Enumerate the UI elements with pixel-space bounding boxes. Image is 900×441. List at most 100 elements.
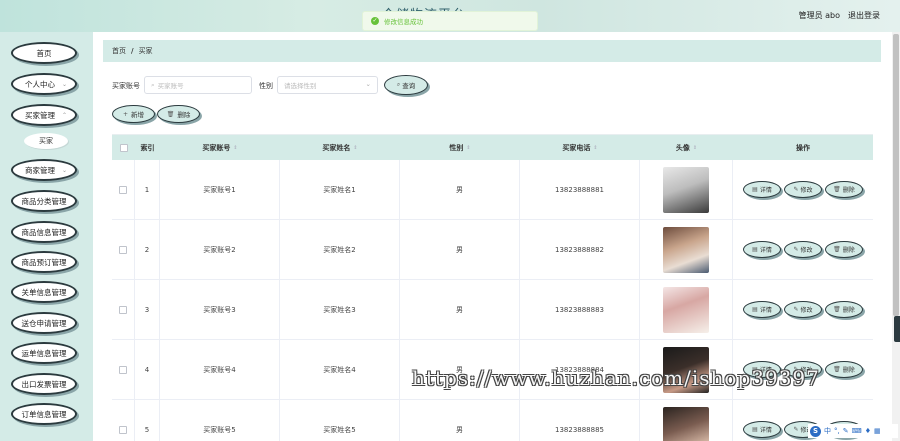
page-scrollbar[interactable] bbox=[892, 32, 900, 441]
delete-button[interactable]: 🗑删除 bbox=[825, 241, 863, 258]
header-label: 头像 bbox=[675, 143, 690, 152]
sort-icon[interactable]: ⇕ bbox=[466, 145, 470, 151]
gender-select[interactable]: 请选择性别 ⌄ bbox=[277, 76, 378, 94]
sort-icon[interactable]: ⇕ bbox=[693, 145, 697, 151]
edit-button[interactable]: ✎ 修改 bbox=[784, 181, 822, 198]
sidebar-item-customs-management[interactable]: 关单信息管理 bbox=[11, 281, 77, 303]
row-select-cell bbox=[112, 340, 135, 399]
ime-punctuation-icon[interactable]: °, bbox=[834, 427, 840, 435]
sidebar-item-buyer-management[interactable]: 买家管理 ⌃ bbox=[11, 104, 77, 126]
breadcrumb-separator: / bbox=[131, 47, 134, 55]
row-checkbox[interactable] bbox=[119, 305, 127, 314]
cell-phone: 13823888882 bbox=[520, 220, 640, 279]
side-widget-tab[interactable] bbox=[894, 316, 900, 342]
sidebar-item-label: 商品分类管理 bbox=[21, 196, 67, 206]
cell-account: 买家账号5 bbox=[160, 400, 280, 441]
detail-button[interactable]: ▤ 详情 bbox=[743, 241, 781, 258]
cell-actions: ▤详情 ✎修改 🗑删除 bbox=[733, 220, 873, 279]
detail-button[interactable]: ▤ 详情 bbox=[743, 301, 781, 318]
ime-shirt-icon[interactable]: ♦ bbox=[865, 427, 871, 435]
sidebar-item-label: 商品预订管理 bbox=[21, 257, 67, 267]
cell-account: 买家账号3 bbox=[160, 280, 280, 339]
edit-button[interactable]: ✎ 修改 bbox=[784, 301, 822, 318]
sidebar-item-label: 商品信息管理 bbox=[21, 227, 67, 237]
sort-icon[interactable]: ⇕ bbox=[593, 145, 597, 151]
edit-label: 修改 bbox=[800, 247, 813, 254]
header-gender[interactable]: 性别 ⇕ bbox=[400, 135, 520, 160]
detail-label: 详情 bbox=[759, 187, 772, 194]
detail-button[interactable]: ▤ 详情 bbox=[743, 181, 781, 198]
delete-button[interactable]: 🗑删除 bbox=[825, 181, 863, 198]
sort-icon[interactable]: ⇕ bbox=[233, 145, 237, 151]
breadcrumb-home[interactable]: 首页 bbox=[112, 46, 126, 56]
sidebar-item-category-management[interactable]: 商品分类管理 bbox=[11, 190, 77, 212]
edit-button[interactable]: ✎ 修改 bbox=[784, 241, 822, 258]
watermark-text: https://www.huzhan.com/ishop39397 bbox=[412, 366, 820, 390]
delete-button[interactable]: 🗑删除 bbox=[825, 301, 863, 318]
header-label: 买家姓名 bbox=[322, 143, 351, 152]
select-all-checkbox[interactable] bbox=[119, 143, 128, 152]
sidebar-item-invoice-management[interactable]: 出口发票管理 bbox=[11, 373, 77, 395]
header-actions: 操作 bbox=[733, 135, 873, 160]
breadcrumb-current: 买家 bbox=[138, 47, 153, 55]
table-row: 5 买家账号5 买家姓名5 男 13823888885 ▤详情 ✎修改 🗑删除 bbox=[112, 400, 873, 441]
search-icon: ⌕ bbox=[396, 81, 401, 88]
logout-link[interactable]: 退出登录 bbox=[848, 10, 880, 21]
header-name[interactable]: 买家姓名 ⇕ bbox=[280, 135, 400, 160]
row-select-cell bbox=[112, 220, 135, 279]
row-checkbox[interactable] bbox=[119, 365, 127, 374]
avatar[interactable] bbox=[663, 286, 709, 333]
query-button[interactable]: ⌕ 查询 bbox=[384, 75, 428, 95]
ime-keyboard-icon[interactable]: ⌨ bbox=[852, 427, 862, 435]
sort-icon[interactable]: ⇕ bbox=[353, 145, 357, 151]
detail-label: 详情 bbox=[759, 307, 772, 314]
cell-index: 4 bbox=[135, 340, 160, 399]
edit-icon: ✎ bbox=[793, 426, 799, 433]
sidebar-item-order-management[interactable]: 订单信息管理 bbox=[11, 403, 77, 425]
ime-pen-icon[interactable]: ✎ bbox=[843, 427, 849, 435]
sidebar-item-profile[interactable]: 个人中心 ⌄ bbox=[11, 73, 77, 95]
sidebar-item-waybill-management[interactable]: 运单信息管理 bbox=[11, 342, 77, 364]
row-checkbox[interactable] bbox=[119, 245, 127, 254]
header-avatar[interactable]: 头像 ⇕ bbox=[640, 135, 733, 160]
cell-account: 买家账号1 bbox=[160, 160, 280, 219]
sidebar-item-product-management[interactable]: 商品信息管理 bbox=[11, 221, 77, 243]
trash-icon: 🗑 bbox=[833, 306, 841, 313]
sidebar-item-home[interactable]: 首页 bbox=[11, 42, 77, 64]
row-checkbox[interactable] bbox=[119, 185, 127, 194]
sidebar-item-merchant-management[interactable]: 商家管理 ⌄ bbox=[11, 159, 77, 181]
cell-avatar bbox=[640, 280, 733, 339]
sidebar-subitem-buyer[interactable]: 买家 bbox=[24, 133, 68, 149]
detail-button[interactable]: ▤ 详情 bbox=[743, 421, 781, 438]
ime-chinese-icon[interactable]: 中 bbox=[824, 426, 831, 436]
sidebar-item-reservation-management[interactable]: 商品预订管理 bbox=[11, 251, 77, 273]
header-account[interactable]: 买家账号 ⇕ bbox=[160, 135, 280, 160]
avatar[interactable] bbox=[663, 226, 709, 273]
header-phone[interactable]: 买家电话 ⇕ bbox=[520, 135, 640, 160]
add-button[interactable]: + 新增 bbox=[112, 105, 155, 123]
plus-icon: + bbox=[122, 110, 129, 118]
search-icon: ⌕ bbox=[151, 80, 155, 89]
cell-gender: 男 bbox=[400, 400, 520, 441]
cell-name: 买家姓名1 bbox=[280, 160, 400, 219]
account-search-input[interactable]: ⌕ 买家账号 bbox=[144, 76, 252, 94]
delete-button[interactable]: 🗑删除 bbox=[825, 361, 863, 378]
check-circle-icon: ✓ bbox=[371, 17, 379, 25]
ime-grid-icon[interactable]: ▦ bbox=[874, 427, 881, 435]
sidebar-item-label: 出口发票管理 bbox=[21, 379, 67, 389]
chevron-down-icon: ⌄ bbox=[61, 167, 67, 174]
row-checkbox[interactable] bbox=[119, 425, 127, 434]
scrollbar-thumb[interactable] bbox=[893, 34, 899, 316]
sidebar-item-warehouse-request-management[interactable]: 送仓申请管理 bbox=[11, 312, 77, 334]
avatar[interactable] bbox=[663, 406, 709, 441]
success-toast: ✓ 修改信息成功 bbox=[362, 11, 538, 31]
cell-gender: 男 bbox=[400, 160, 520, 219]
batch-delete-button[interactable]: 🗑 删除 bbox=[157, 105, 200, 123]
sidebar-subitem-label: 买家 bbox=[39, 137, 53, 145]
avatar[interactable] bbox=[663, 166, 709, 213]
document-icon: ▤ bbox=[752, 186, 758, 193]
delete-label: 删除 bbox=[842, 247, 855, 254]
cell-name: 买家姓名4 bbox=[280, 340, 400, 399]
ime-logo-icon[interactable]: S bbox=[810, 425, 821, 437]
sidebar-item-label: 买家管理 bbox=[25, 110, 55, 120]
